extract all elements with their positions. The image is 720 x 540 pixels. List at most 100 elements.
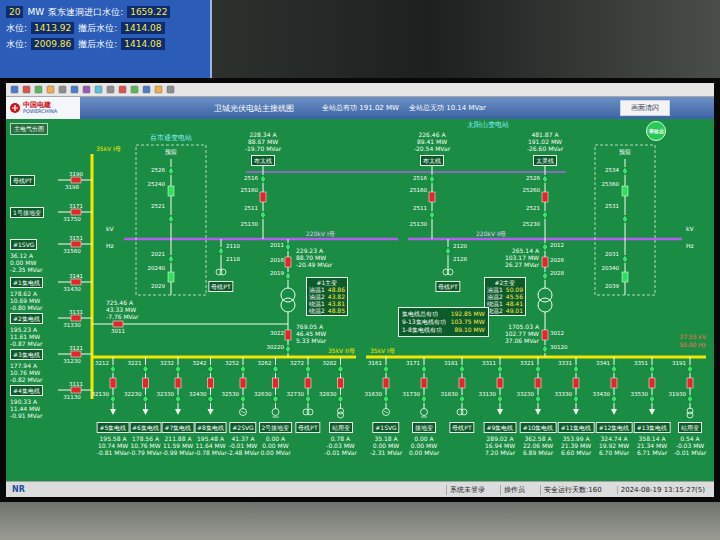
circuit-breaker-icon[interactable] <box>285 330 291 340</box>
disconnector-icon[interactable] <box>445 247 451 255</box>
circuit-breaker-icon[interactable] <box>71 279 81 285</box>
disconnector-icon[interactable] <box>208 365 214 373</box>
feeder-label[interactable]: #11集电线 <box>558 422 595 433</box>
disconnector-icon[interactable] <box>611 395 617 403</box>
disconnector-icon[interactable] <box>542 243 548 251</box>
circuit-breaker-icon[interactable] <box>240 378 246 388</box>
tool-icon[interactable] <box>142 85 151 94</box>
circuit-breaker-icon[interactable] <box>260 192 266 202</box>
disconnector-icon[interactable] <box>429 175 435 183</box>
accident-lamp[interactable]: 事故总 <box>646 121 666 141</box>
circuit-breaker-icon[interactable] <box>459 378 465 388</box>
circuit-breaker-icon[interactable] <box>285 257 291 267</box>
tool-icon[interactable] <box>130 85 139 94</box>
tool-icon[interactable] <box>154 85 163 94</box>
circuit-breaker-icon[interactable] <box>273 378 279 388</box>
circuit-breaker-icon[interactable] <box>542 257 548 267</box>
circuit-breaker-icon[interactable] <box>542 192 548 202</box>
disconnector-icon[interactable] <box>542 211 548 219</box>
disconnector-icon[interactable] <box>459 395 465 403</box>
disconnector-icon[interactable] <box>622 255 628 263</box>
disconnector-icon[interactable] <box>168 215 174 223</box>
disconnector-icon[interactable] <box>175 395 181 403</box>
disconnector-icon[interactable] <box>110 395 116 403</box>
circuit-breaker-icon[interactable] <box>338 378 344 388</box>
tool-icon[interactable] <box>118 85 127 94</box>
disconnector-icon[interactable] <box>497 395 503 403</box>
disconnector-icon[interactable] <box>285 345 291 353</box>
feeder-label[interactable]: 1号接地变 <box>10 207 44 218</box>
disconnector-icon[interactable] <box>611 365 617 373</box>
circuit-breaker-icon[interactable] <box>71 315 81 321</box>
circuit-breaker-icon[interactable] <box>421 378 427 388</box>
feeder-label[interactable]: 2号接地变 <box>259 422 293 433</box>
pt-label[interactable]: 母线PT <box>208 281 233 292</box>
pt-label[interactable]: 母线PT <box>435 281 460 292</box>
circuit-breaker-icon[interactable] <box>71 351 81 357</box>
disconnector-icon[interactable] <box>218 247 224 255</box>
disconnector-icon[interactable] <box>273 395 279 403</box>
disconnector-icon[interactable] <box>338 365 344 373</box>
circuit-breaker-icon[interactable] <box>208 378 214 388</box>
disconnector-icon[interactable] <box>383 365 389 373</box>
tool-icon[interactable] <box>70 85 79 94</box>
circuit-breaker-icon[interactable] <box>71 177 81 183</box>
disconnector-icon[interactable] <box>421 365 427 373</box>
disconnector-icon[interactable] <box>285 272 291 280</box>
tool-icon[interactable] <box>106 85 115 94</box>
tool-icon[interactable] <box>34 85 43 94</box>
disconnector-icon[interactable] <box>687 395 693 403</box>
main-transformer-icon[interactable] <box>538 288 552 312</box>
circuit-breaker-icon[interactable] <box>622 272 628 282</box>
line-name[interactable]: 太灵线 <box>533 155 557 166</box>
circuit-breaker-icon[interactable] <box>542 330 548 340</box>
tool-icon[interactable] <box>166 85 175 94</box>
circuit-breaker-icon[interactable] <box>573 378 579 388</box>
circuit-breaker-icon[interactable] <box>687 378 693 388</box>
tool-icon[interactable] <box>94 85 103 94</box>
feeder-label[interactable]: #12集电线 <box>596 422 633 433</box>
disconnector-icon[interactable] <box>240 395 246 403</box>
disconnector-icon[interactable] <box>535 395 541 403</box>
feeder-label[interactable]: 站用变 <box>678 422 702 433</box>
feeder-label[interactable]: #7集电线 <box>162 422 195 433</box>
disconnector-icon[interactable] <box>305 395 311 403</box>
disconnector-icon[interactable] <box>421 395 427 403</box>
disconnector-icon[interactable] <box>649 365 655 373</box>
circuit-breaker-icon[interactable] <box>383 378 389 388</box>
disconnector-icon[interactable] <box>687 365 693 373</box>
disconnector-icon[interactable] <box>273 365 279 373</box>
clear-flash-button[interactable]: 画面清闪 <box>620 100 670 116</box>
feeder-label[interactable]: 接地变 <box>412 422 436 433</box>
disconnector-icon[interactable] <box>143 365 149 373</box>
circuit-breaker-icon[interactable] <box>535 378 541 388</box>
disconnector-icon[interactable] <box>622 167 628 175</box>
feeder-label[interactable]: #13集电线 <box>634 422 671 433</box>
feeder-label[interactable]: 母线PT <box>10 175 35 186</box>
disconnector-icon[interactable] <box>285 243 291 251</box>
main-transformer-icon[interactable] <box>281 288 295 312</box>
circuit-breaker-icon[interactable] <box>429 192 435 202</box>
disconnector-icon[interactable] <box>535 365 541 373</box>
disconnector-icon[interactable] <box>542 272 548 280</box>
feeder-label[interactable]: #1SVG <box>372 422 399 433</box>
circuit-breaker-icon[interactable] <box>168 272 174 282</box>
circuit-breaker-icon[interactable] <box>168 186 174 196</box>
disconnector-icon[interactable] <box>168 167 174 175</box>
disconnector-icon[interactable] <box>542 345 548 353</box>
tool-icon[interactable] <box>22 85 31 94</box>
feeder-label[interactable]: 母线PT <box>295 422 320 433</box>
feeder-label[interactable]: #1集电线 <box>10 277 43 288</box>
disconnector-icon[interactable] <box>459 365 465 373</box>
feeder-label[interactable]: 母线PT <box>449 422 474 433</box>
nav-button[interactable]: 主电气分图 <box>10 123 48 135</box>
feeder-label[interactable]: #5集电线 <box>97 422 130 433</box>
circuit-breaker-icon[interactable] <box>622 186 628 196</box>
circuit-breaker-icon[interactable] <box>113 321 123 327</box>
disconnector-icon[interactable] <box>240 365 246 373</box>
feeder-label[interactable]: #1SVG <box>10 239 37 250</box>
circuit-breaker-icon[interactable] <box>175 378 181 388</box>
feeder-label[interactable]: #6集电线 <box>129 422 162 433</box>
tool-icon[interactable] <box>46 85 55 94</box>
disconnector-icon[interactable] <box>175 365 181 373</box>
